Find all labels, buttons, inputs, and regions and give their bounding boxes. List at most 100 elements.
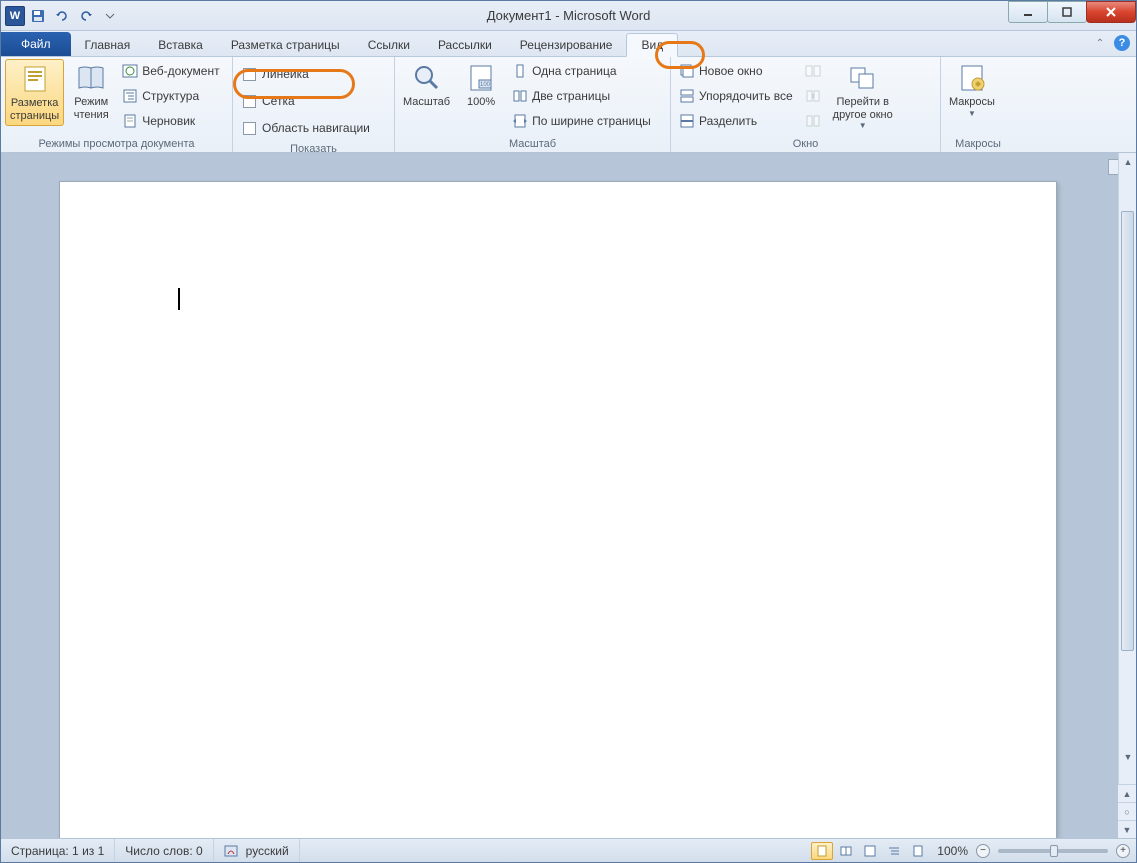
gridlines-label: Сетка bbox=[262, 94, 295, 108]
help-icon[interactable]: ? bbox=[1114, 35, 1130, 51]
arrange-all-label: Упорядочить все bbox=[699, 89, 793, 103]
tab-file[interactable]: Файл bbox=[1, 32, 71, 56]
navpane-checkbox-box bbox=[243, 122, 256, 135]
vertical-scrollbar[interactable]: ▲ ▼ ▲ ○ ▼ bbox=[1118, 153, 1136, 838]
zoom-button[interactable]: Масштаб bbox=[399, 59, 454, 112]
arrange-all-icon bbox=[679, 88, 695, 104]
sync-scroll-button[interactable] bbox=[801, 84, 825, 108]
split-button[interactable]: Разделить bbox=[675, 109, 797, 133]
tab-mailings[interactable]: Рассылки bbox=[424, 34, 506, 56]
document-area[interactable]: ▲ ▼ ▲ ○ ▼ bbox=[1, 153, 1136, 838]
status-draft-icon[interactable] bbox=[907, 842, 929, 860]
view-side-by-side-button[interactable] bbox=[801, 59, 825, 83]
qat-dropdown-icon[interactable] bbox=[99, 5, 121, 27]
draft-label: Черновик bbox=[142, 114, 195, 128]
status-reading-icon[interactable] bbox=[835, 842, 857, 860]
status-language[interactable]: русский bbox=[214, 839, 300, 862]
switch-windows-button[interactable]: Перейти в другое окно ▼ bbox=[829, 59, 897, 133]
switch-windows-label: Перейти в другое окно bbox=[833, 96, 893, 121]
outline-icon bbox=[122, 88, 138, 104]
status-words[interactable]: Число слов: 0 bbox=[115, 839, 213, 862]
statusbar: Страница: 1 из 1 Число слов: 0 русский 1… bbox=[1, 838, 1136, 862]
tab-page-layout[interactable]: Разметка страницы bbox=[217, 34, 354, 56]
maximize-button[interactable] bbox=[1047, 1, 1087, 23]
next-page-icon[interactable]: ▼ bbox=[1118, 820, 1136, 838]
quick-access-toolbar: W bbox=[1, 5, 121, 27]
save-icon[interactable] bbox=[27, 5, 49, 27]
gridlines-checkbox[interactable]: Сетка bbox=[237, 88, 376, 114]
reading-layout-button[interactable]: Режим чтения bbox=[68, 59, 114, 124]
macros-button[interactable]: Макросы ▼ bbox=[945, 59, 999, 121]
tab-review[interactable]: Рецензирование bbox=[506, 34, 627, 56]
split-label: Разделить bbox=[699, 114, 757, 128]
tab-home[interactable]: Главная bbox=[71, 34, 145, 56]
zoom-slider[interactable] bbox=[998, 849, 1108, 853]
minimize-button[interactable] bbox=[1008, 1, 1048, 23]
tab-references[interactable]: Ссылки bbox=[354, 34, 424, 56]
prev-page-icon[interactable]: ▲ bbox=[1118, 784, 1136, 802]
group-window-label: Окно bbox=[675, 136, 936, 152]
outline-label: Структура bbox=[142, 89, 199, 103]
print-layout-button[interactable]: Разметка страницы bbox=[5, 59, 64, 126]
status-web-icon[interactable] bbox=[859, 842, 881, 860]
scroll-thumb[interactable] bbox=[1121, 211, 1134, 651]
status-print-layout-icon[interactable] bbox=[811, 842, 833, 860]
reading-label: Режим чтения bbox=[74, 96, 109, 121]
redo-icon[interactable] bbox=[75, 5, 97, 27]
zoom-label: Масштаб bbox=[403, 96, 450, 109]
draft-button[interactable]: Черновик bbox=[118, 109, 223, 133]
navpane-checkbox[interactable]: Область навигации bbox=[237, 115, 376, 141]
svg-text:100: 100 bbox=[480, 82, 491, 88]
tab-insert[interactable]: Вставка bbox=[144, 34, 217, 56]
text-cursor bbox=[178, 288, 180, 310]
zoom-in-button[interactable]: + bbox=[1116, 844, 1130, 858]
two-pages-button[interactable]: Две страницы bbox=[508, 84, 655, 108]
status-outline-icon[interactable] bbox=[883, 842, 905, 860]
document-page[interactable] bbox=[59, 181, 1057, 838]
outline-button[interactable]: Структура bbox=[118, 84, 223, 108]
scroll-down-icon[interactable]: ▼ bbox=[1119, 748, 1136, 766]
ruler-checkbox[interactable]: Линейка bbox=[237, 61, 376, 87]
group-zoom-label: Масштаб bbox=[399, 136, 666, 152]
zoom-100-button[interactable]: 100 100% bbox=[458, 59, 504, 112]
zoom-slider-handle[interactable] bbox=[1050, 845, 1058, 857]
page-width-label: По ширине страницы bbox=[532, 114, 651, 128]
tab-view[interactable]: Вид bbox=[626, 33, 678, 57]
switch-windows-icon bbox=[847, 62, 879, 94]
group-macros-label: Макросы bbox=[945, 136, 1011, 152]
collapse-ribbon-icon[interactable]: ⌃ bbox=[1092, 35, 1108, 51]
web-layout-button[interactable]: Веб-документ bbox=[118, 59, 223, 83]
ribbon-tabs: Файл Главная Вставка Разметка страницы С… bbox=[1, 31, 1136, 57]
language-icon bbox=[224, 844, 240, 858]
browse-object-nav: ▲ ○ ▼ bbox=[1118, 784, 1136, 838]
undo-icon[interactable] bbox=[51, 5, 73, 27]
status-zoom-value[interactable]: 100% bbox=[937, 844, 968, 858]
new-window-button[interactable]: Новое окно bbox=[675, 59, 797, 83]
browse-object-icon[interactable]: ○ bbox=[1118, 802, 1136, 820]
arrange-all-button[interactable]: Упорядочить все bbox=[675, 84, 797, 108]
zoom-out-button[interactable]: − bbox=[976, 844, 990, 858]
zoom-100-icon: 100 bbox=[465, 62, 497, 94]
web-layout-label: Веб-документ bbox=[142, 64, 219, 78]
zoom-icon bbox=[411, 62, 443, 94]
status-page[interactable]: Страница: 1 из 1 bbox=[1, 839, 115, 862]
page-width-button[interactable]: По ширине страницы bbox=[508, 109, 655, 133]
draft-icon bbox=[122, 113, 138, 129]
split-icon bbox=[679, 113, 695, 129]
web-layout-icon bbox=[122, 63, 138, 79]
macros-label: Макросы bbox=[949, 96, 995, 109]
page-width-icon bbox=[512, 113, 528, 129]
window-controls bbox=[1009, 1, 1136, 23]
print-layout-icon bbox=[19, 63, 51, 95]
group-document-views: Разметка страницы Режим чтения Веб-докум… bbox=[1, 57, 233, 152]
close-button[interactable] bbox=[1086, 1, 1136, 23]
word-app-icon[interactable]: W bbox=[5, 6, 25, 26]
gridlines-checkbox-box bbox=[243, 95, 256, 108]
reset-window-button[interactable] bbox=[801, 109, 825, 133]
one-page-button[interactable]: Одна страница bbox=[508, 59, 655, 83]
one-page-label: Одна страница bbox=[532, 64, 616, 78]
print-layout-label: Разметка страницы bbox=[10, 97, 59, 122]
navpane-label: Область навигации bbox=[262, 121, 370, 135]
group-views-label: Режимы просмотра документа bbox=[5, 136, 228, 152]
scroll-up-icon[interactable]: ▲ bbox=[1119, 153, 1136, 171]
